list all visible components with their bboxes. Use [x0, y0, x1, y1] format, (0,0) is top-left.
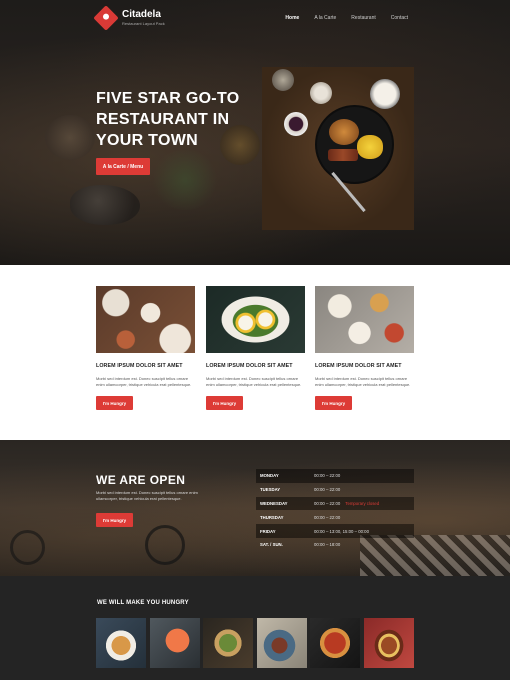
brand-name: Citadela: [122, 9, 161, 20]
hours-row: TUESDAY 00:00 – 22:00: [256, 483, 414, 497]
gallery-image-burger[interactable]: [363, 618, 414, 668]
hero-title: FIVE STAR GO-TO RESTAURANT IN YOUR TOWN: [96, 90, 240, 149]
hours-day: TUESDAY: [260, 487, 281, 493]
feature-card: LOREM IPSUM DOLOR SIT AMET Morbi sed int…: [315, 286, 414, 411]
hours-time: 00:00 – 22:00: [314, 500, 341, 506]
gallery-image-dish[interactable]: [256, 618, 307, 668]
hours-day: THURSDAY: [260, 514, 284, 520]
menu-button[interactable]: A la Carte / Menu: [96, 158, 150, 175]
photo-bowl: [310, 82, 332, 104]
photo-jug: [272, 69, 294, 91]
hours-day: SAT. / SUN.: [260, 542, 283, 548]
hours-time: 00:00 – 22:00: [314, 487, 341, 493]
nav-item-contact[interactable]: Contact: [391, 15, 408, 21]
background-chair: [145, 525, 185, 565]
hours-row: WEDNESDAY 00:00 – 22:00 Temporary closed: [256, 496, 414, 511]
card-title: LOREM IPSUM DOLOR SIT AMET: [96, 363, 183, 369]
photo-pancake: [329, 119, 359, 145]
hero-background-mortar: [70, 185, 140, 225]
open-title: WE ARE OPEN: [96, 473, 186, 487]
card-text: Morbi sed interdum est. Donec suscipit t…: [206, 376, 302, 387]
hours-table: MONDAY 00:00 – 22:00 TUESDAY 00:00 – 22:…: [256, 469, 414, 552]
card-text: Morbi sed interdum est. Donec suscipit t…: [315, 376, 411, 387]
feature-card: LOREM IPSUM DOLOR SIT AMET Morbi sed int…: [96, 286, 195, 411]
hours-time: 00:00 – 22:00: [314, 514, 341, 520]
brand-logo[interactable]: Citadela Restaurant Layout Pack: [93, 5, 165, 31]
hours-time: 00:00 – 13:00, 15:00 – 00:00: [314, 528, 369, 534]
card-image: [206, 286, 305, 353]
hero-background-bowl: [45, 115, 95, 160]
gallery-strip: [96, 618, 417, 668]
card-image: [96, 286, 195, 353]
gallery-image-pizza[interactable]: [310, 618, 360, 668]
card-title: LOREM IPSUM DOLOR SIT AMET: [315, 363, 402, 369]
hungry-button[interactable]: I'm Hungry: [315, 396, 352, 411]
gallery-title: WE WILL MAKE YOU HUNGRY: [97, 600, 189, 606]
card-title: LOREM IPSUM DOLOR SIT AMET: [206, 363, 293, 369]
photo-berries-bowl: [284, 112, 308, 136]
hungry-button[interactable]: I'm Hungry: [96, 396, 133, 411]
hero-background-herbs: [150, 150, 220, 210]
photo-cup: [370, 79, 400, 109]
open-text: Morbi sed interdum est. Donec suscipit t…: [96, 490, 198, 501]
hero-breakfast-photo: [262, 67, 414, 230]
features-section: LOREM IPSUM DOLOR SIT AMET Morbi sed int…: [0, 265, 510, 440]
photo-eggs: [357, 135, 383, 159]
hours-day: MONDAY: [260, 473, 279, 479]
nav-item-a-la-carte[interactable]: A la Carte: [314, 15, 336, 21]
gallery-image-salad[interactable]: [203, 618, 253, 668]
hours-note: Temporary closed: [345, 500, 380, 506]
hungry-button[interactable]: I'm Hungry: [96, 513, 133, 527]
gallery-image-pancakes[interactable]: [96, 618, 146, 668]
hungry-button[interactable]: I'm Hungry: [206, 396, 243, 411]
brand-tagline: Restaurant Layout Pack: [122, 21, 165, 26]
card-text: Morbi sed interdum est. Donec suscipit t…: [96, 376, 192, 387]
main-nav: Home A la Carte Restaurant Contact: [270, 15, 408, 21]
nav-item-home[interactable]: Home: [285, 15, 299, 21]
logo-icon: [93, 5, 119, 31]
hours-row: MONDAY 00:00 – 22:00: [256, 469, 414, 483]
background-chair: [10, 530, 45, 565]
nav-item-restaurant[interactable]: Restaurant: [351, 15, 375, 21]
hours-time: 00:00 – 18:00: [314, 542, 341, 548]
card-image: [315, 286, 414, 353]
photo-bacon: [328, 149, 358, 161]
opening-hours-section: [0, 440, 510, 576]
feature-card: LOREM IPSUM DOLOR SIT AMET Morbi sed int…: [206, 286, 305, 411]
hero-section: Citadela Restaurant Layout Pack Home A l…: [0, 0, 510, 265]
hours-row: SAT. / SUN. 00:00 – 18:00: [256, 538, 414, 552]
hours-row: FRIDAY 00:00 – 13:00, 15:00 – 00:00: [256, 524, 414, 538]
hours-day: FRIDAY: [260, 528, 276, 534]
hours-day: WEDNESDAY: [260, 500, 288, 506]
hours-row: THURSDAY 00:00 – 22:00: [256, 510, 414, 524]
gallery-image-salmon[interactable]: [149, 618, 200, 668]
hours-time: 00:00 – 22:00: [314, 473, 341, 479]
